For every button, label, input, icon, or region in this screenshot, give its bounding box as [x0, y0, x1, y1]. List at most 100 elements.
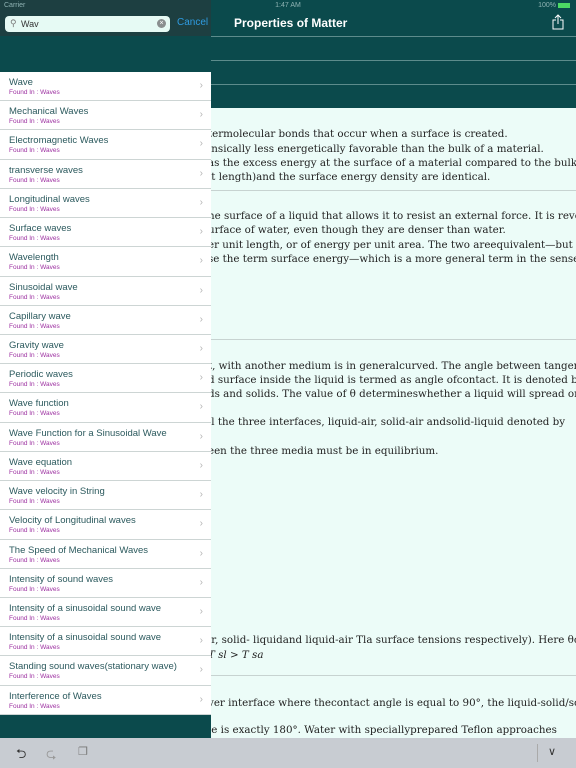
result-found-in: Found In : Waves	[9, 293, 60, 301]
result-title: Wavelength	[9, 252, 59, 264]
list-item[interactable]: Wave velocity in String Found In : Waves ›	[0, 481, 211, 511]
redo-icon[interactable]: ⮎	[46, 745, 56, 767]
chevron-right-icon: ›	[199, 313, 203, 325]
result-title: transverse waves	[9, 164, 83, 176]
result-found-in: Found In : Waves	[9, 322, 60, 330]
list-item[interactable]: Wavelength Found In : Waves ›	[0, 247, 211, 277]
text-line: ir, solid- liquidand liquid-air Tla surf…	[211, 634, 576, 646]
result-title: Intensity of sound waves	[9, 573, 114, 585]
text-line: ll the three interfaces, liquid-air, sol…	[211, 416, 566, 428]
text-line: t, with another medium is in generalcurv…	[211, 360, 576, 372]
result-title: Wave velocity in String	[9, 486, 105, 498]
list-item[interactable]: Mechanical Waves Found In : Waves ›	[0, 101, 211, 131]
chevron-right-icon: ›	[199, 255, 203, 267]
result-found-in: Found In : Waves	[9, 673, 60, 681]
list-item[interactable]: The Speed of Mechanical Waves Found In : …	[0, 540, 211, 569]
divider	[211, 339, 576, 340]
list-item[interactable]: Intensity of a sinusoidal sound wave Foun…	[0, 598, 211, 628]
article-content: termolecular bonds that occur when a sur…	[211, 108, 576, 738]
list-item[interactable]: Electromagnetic Waves Found In : Waves ›	[0, 130, 211, 160]
list-item[interactable]: Wave function Found In : Waves ›	[0, 393, 211, 423]
result-title: Sinusoidal wave	[9, 281, 78, 293]
text-line: ver interface where thecontact angle is …	[211, 697, 576, 709]
result-found-in: Found In : Waves	[9, 468, 60, 476]
search-sidebar: ⚲ Wav × Cancel Wave Found In : Waves › Mech…	[0, 0, 211, 738]
chevron-right-icon: ›	[199, 80, 203, 91]
search-value[interactable]: Wav	[21, 19, 39, 29]
text-line: urface of water, even though they are de…	[211, 224, 506, 236]
result-found-in: Found In : Waves	[9, 614, 60, 622]
list-item[interactable]: Longitudinal waves Found In : Waves ›	[0, 189, 211, 219]
result-title: Capillary wave	[9, 310, 71, 322]
result-title: Velocity of Longitudinal waves	[9, 515, 136, 527]
result-found-in: Found In : Waves	[9, 205, 60, 213]
text-line: d surface inside the liquid is termed as…	[211, 374, 576, 386]
result-found-in: Found In : Waves	[9, 235, 60, 243]
result-title: Wave	[9, 77, 33, 88]
result-title: Longitudinal waves	[9, 193, 90, 205]
list-item[interactable]: Wave Found In : Waves ›	[0, 72, 211, 102]
result-title: The Speed of Mechanical Waves	[9, 544, 149, 556]
chevron-right-icon: ›	[199, 635, 203, 647]
list-item[interactable]: Wave equation Found In : Waves ›	[0, 452, 211, 482]
chevron-down-icon[interactable]: ∨	[548, 745, 556, 758]
divider	[211, 36, 576, 37]
list-item[interactable]: Sinusoidal wave Found In : Waves ›	[0, 277, 211, 306]
result-title: Intensity of a sinusoidal sound wave	[9, 602, 162, 614]
divider	[211, 190, 576, 191]
chevron-right-icon: ›	[199, 226, 203, 238]
result-title: Wave Function for a Sinusoidal Wave	[9, 427, 167, 439]
list-item[interactable]: Periodic waves Found In : Waves ›	[0, 364, 211, 394]
result-found-in: Found In : Waves	[9, 585, 60, 593]
list-item[interactable]: Intensity of a sinusoidal sound wave Foun…	[0, 627, 211, 657]
chevron-right-icon: ›	[199, 167, 203, 179]
chevron-right-icon: ›	[199, 547, 203, 559]
result-title: Gravity wave	[9, 339, 64, 351]
chevron-right-icon: ›	[199, 372, 203, 384]
list-item[interactable]: Capillary wave Found In : Waves ›	[0, 306, 211, 335]
clear-icon[interactable]: ×	[157, 19, 166, 28]
divider	[211, 84, 576, 85]
chevron-right-icon: ›	[199, 576, 203, 588]
list-item[interactable]: Intensity of sound waves Found In : Waves…	[0, 569, 211, 598]
text-line: termolecular bonds that occur when a sur…	[211, 128, 508, 140]
chevron-right-icon: ›	[199, 489, 203, 501]
text-line: er unit length, or of energy per unit ar…	[211, 239, 576, 251]
undo-icon[interactable]: ⮌	[16, 745, 26, 767]
list-item[interactable]: Velocity of Longitudinal waves Found In :…	[0, 510, 211, 540]
search-input[interactable]: ⚲ Wav ×	[5, 16, 170, 32]
result-title: Mechanical Waves	[9, 106, 89, 118]
result-found-in: Found In : Waves	[9, 176, 60, 184]
chevron-right-icon: ›	[199, 605, 203, 617]
list-item[interactable]: transverse waves Found In : Waves ›	[0, 160, 211, 189]
chevron-right-icon: ›	[199, 196, 203, 208]
chevron-right-icon: ›	[199, 664, 203, 676]
keyboard-accessory-bar: ⮌ ⮎ ❐ ∨	[0, 738, 576, 768]
cancel-button[interactable]: Cancel	[177, 17, 208, 28]
chevron-right-icon: ›	[199, 342, 203, 354]
result-found-in: Found In : Waves	[9, 702, 60, 710]
share-icon[interactable]	[552, 14, 564, 30]
result-found-in: Found In : Waves	[9, 410, 60, 418]
list-item[interactable]: Interference of Waves Found In : Waves ›	[0, 686, 211, 715]
list-item[interactable]: Surface waves Found In : Waves ›	[0, 218, 211, 248]
result-found-in: Found In : Waves	[9, 264, 60, 272]
chevron-right-icon: ›	[199, 284, 203, 296]
text-line: he surface of a liquid that allows it to…	[211, 210, 576, 222]
result-found-in: Found In : Waves	[9, 118, 60, 126]
battery-icon	[558, 2, 570, 8]
result-title: Wave function	[9, 398, 69, 410]
result-title: Intensity of a sinusoidal sound wave	[9, 632, 162, 644]
list-item[interactable]: Gravity wave Found In : Waves ›	[0, 335, 211, 365]
result-found-in: Found In : Waves	[9, 89, 60, 96]
result-found-in: Found In : Waves	[9, 351, 60, 359]
result-found-in: Found In : Waves	[9, 498, 60, 506]
list-item[interactable]: Wave Function for a Sinusoidal Wave Found…	[0, 423, 211, 452]
text-line: as the excess energy at the surface of a…	[211, 157, 576, 169]
paste-icon[interactable]: ❐	[78, 745, 88, 758]
result-found-in: Found In : Waves	[9, 527, 60, 535]
list-item[interactable]: Standing sound waves(stationary wave) Fou…	[0, 656, 211, 686]
text-line: insically less energetically favorable t…	[211, 142, 544, 155]
divider	[211, 675, 576, 676]
formula: T sl > T sa	[211, 649, 264, 661]
